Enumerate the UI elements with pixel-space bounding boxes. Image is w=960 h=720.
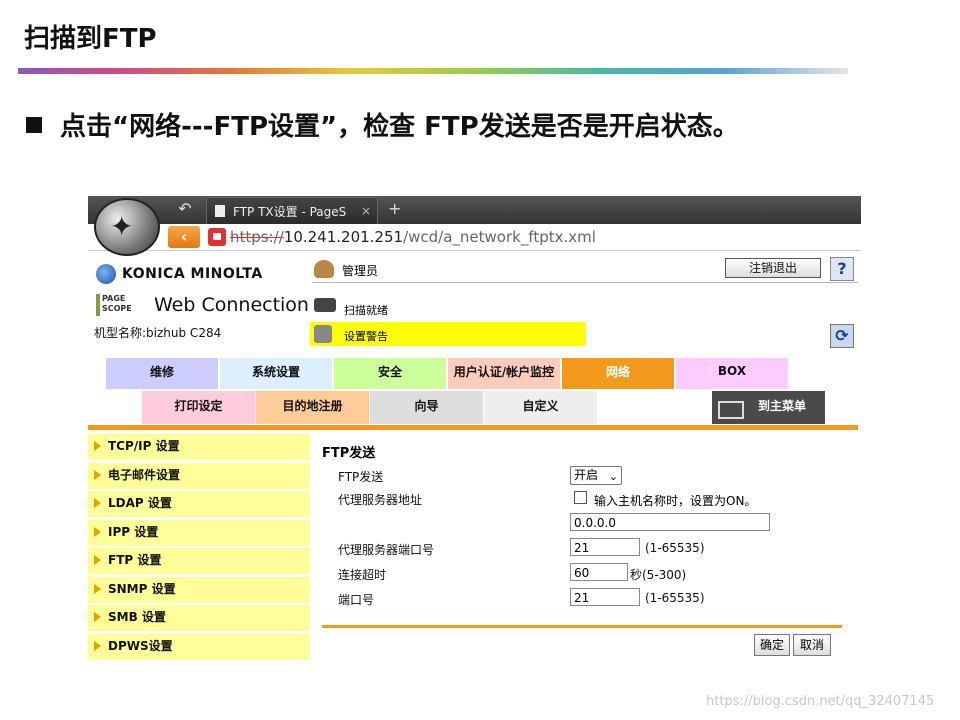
model-name: 机型名称:bizhub C284	[94, 326, 222, 340]
sidebar-item-label: SNMP 设置	[108, 582, 176, 596]
pagescope-line1: PAGE	[102, 294, 126, 303]
lock-icon[interactable]	[208, 228, 226, 246]
url-host: 10.241.201.251	[283, 228, 404, 246]
globe-icon	[96, 264, 116, 284]
refresh-button[interactable]: ⟳	[830, 324, 854, 348]
arrow-right-icon	[94, 441, 101, 451]
ftp-send-select[interactable]: 开启 ⌄	[570, 466, 622, 485]
brand-name: KONICA MINOLTA	[122, 266, 263, 282]
sidebar-item-email[interactable]: 电子邮件设置	[88, 463, 310, 491]
user-label: 管理员	[342, 264, 379, 278]
pagescope-line2: SCOPE	[102, 304, 132, 313]
port-input[interactable]: 21	[570, 588, 640, 606]
proxy-port-label: 代理服务器端口号	[338, 543, 435, 557]
port-label: 端口号	[338, 593, 375, 607]
tab-address-registration[interactable]: 目的地注册	[256, 391, 369, 424]
arrow-right-icon	[94, 641, 101, 651]
proxy-address-input[interactable]: 0.0.0.0	[570, 513, 770, 531]
arrow-right-icon	[94, 584, 101, 594]
watermark: https://blog.csdn.net/qq_32407145	[706, 694, 935, 709]
back-button[interactable]: ‹	[168, 226, 200, 248]
tab-network[interactable]: 网络	[562, 358, 674, 389]
arrow-right-icon	[94, 498, 101, 508]
proxy-address-label: 代理服务器地址	[338, 493, 423, 507]
url-scheme: https://	[230, 228, 284, 246]
arrow-right-icon	[94, 470, 101, 480]
sidebar-item-smb[interactable]: SMB 设置	[88, 605, 310, 633]
sidebar-item-label: LDAP 设置	[108, 496, 172, 510]
tab-user-auth[interactable]: 用户认证/帐户监控	[448, 358, 560, 389]
close-tab-icon[interactable]: ×	[361, 204, 371, 218]
timeout-label: 连接超时	[338, 568, 387, 582]
scanner-icon	[314, 298, 336, 312]
instruction-bullet: 点击“网络---FTP设置”，检查 FTP发送是否是开启状态。	[26, 106, 739, 143]
sidebar-item-label: DPWS设置	[108, 639, 173, 653]
bullet-square-icon	[26, 116, 42, 133]
proxy-port-input[interactable]: 21	[570, 538, 640, 556]
browser-tab-bar	[88, 196, 861, 224]
menu-divider	[88, 425, 858, 430]
tab-box[interactable]: BOX	[676, 358, 788, 389]
proxy-hostname-checkbox-label: 输入主机名称时，设置为ON。	[594, 494, 757, 508]
sidebar-item-label: SMB 设置	[108, 610, 166, 624]
timeout-input[interactable]: 60	[570, 563, 628, 581]
port-hint: (1-65535)	[645, 591, 705, 605]
arrow-right-icon	[94, 527, 101, 537]
sidebar-item-snmp[interactable]: SNMP 设置	[88, 577, 310, 605]
tab-title: FTP TX设置 - PageS	[233, 204, 347, 219]
arrow-right-icon	[94, 612, 101, 622]
arrow-right-icon	[94, 555, 101, 565]
proxy-port-hint: (1-65535)	[645, 541, 705, 555]
ok-button[interactable]: 确定	[754, 634, 790, 656]
tab-customize[interactable]: 自定义	[484, 391, 597, 424]
url-field[interactable]: https://10.241.201.251/wcd/a_network_ftp…	[230, 228, 596, 246]
sidebar-item-dpws[interactable]: DPWS设置	[88, 634, 310, 662]
url-path: /wcd/a_network_ftptx.xml	[403, 228, 596, 246]
tab-security[interactable]: 安全	[334, 358, 446, 389]
sidebar-item-ldap[interactable]: LDAP 设置	[88, 491, 310, 519]
admin-user-icon	[314, 260, 334, 278]
form-title: FTP发送	[322, 446, 376, 461]
main-menu-icon	[718, 401, 744, 419]
chevron-down-icon: ⌄	[608, 470, 618, 483]
sidebar-item-ftp[interactable]: FTP 设置	[88, 548, 310, 576]
instruction-text: 点击“网络---FTP设置”，检查 FTP发送是否是开启状态。	[60, 112, 739, 142]
form-bottom-divider	[322, 625, 842, 628]
ftp-send-value: 开启	[574, 468, 599, 482]
sidebar-item-ipp[interactable]: IPP 设置	[88, 520, 310, 548]
browser-logo-icon[interactable]: ✦	[94, 198, 160, 256]
sidebar-item-label: TCP/IP 设置	[108, 439, 180, 453]
proxy-hostname-checkbox[interactable]	[574, 491, 587, 504]
sidebar-item-label: FTP 设置	[108, 553, 162, 567]
product-name: Web Connection	[154, 294, 309, 316]
browser-tab-active[interactable]: FTP TX设置 - PageS ×	[206, 197, 378, 224]
browser-window: ✦ ↶ FTP TX设置 - PageS × + ‹ https://10.24…	[88, 196, 861, 662]
slide-title: 扫描到FTP	[24, 24, 157, 54]
tab-maintenance[interactable]: 维修	[106, 358, 218, 389]
cancel-button[interactable]: 取消	[793, 634, 831, 656]
sidebar-item-tcpip[interactable]: TCP/IP 设置	[88, 434, 310, 462]
document-icon	[215, 205, 225, 217]
sidebar-item-label: 电子邮件设置	[108, 468, 181, 482]
timeout-hint: 秒(5-300)	[630, 568, 687, 582]
pagescope-mark: PAGE SCOPE	[96, 294, 152, 316]
rainbow-divider	[18, 68, 848, 74]
help-button[interactable]: ?	[830, 257, 854, 281]
to-main-menu-button[interactable]: 到主菜单	[712, 391, 825, 424]
tab-wizard[interactable]: 向导	[370, 391, 483, 424]
header-divider	[312, 282, 858, 283]
warning-text[interactable]: 设置警告	[344, 328, 388, 344]
logout-button[interactable]: 注销退出	[725, 258, 821, 278]
sidebar-item-label: IPP 设置	[108, 525, 159, 539]
ftp-send-label: FTP发送	[338, 470, 384, 484]
scan-status: 扫描就绪	[344, 304, 388, 317]
to-main-menu-label: 到主菜单	[758, 399, 807, 413]
undo-close-tab-icon[interactable]: ↶	[174, 199, 196, 219]
warning-printer-icon	[314, 325, 332, 343]
tab-system-settings[interactable]: 系统设置	[220, 358, 332, 389]
tab-print-settings[interactable]: 打印设定	[142, 391, 255, 424]
pagescope-logo: PAGE SCOPE Web Connection	[96, 294, 309, 316]
konica-minolta-logo: KONICA MINOLTA	[96, 264, 263, 284]
new-tab-button[interactable]: +	[388, 199, 401, 218]
